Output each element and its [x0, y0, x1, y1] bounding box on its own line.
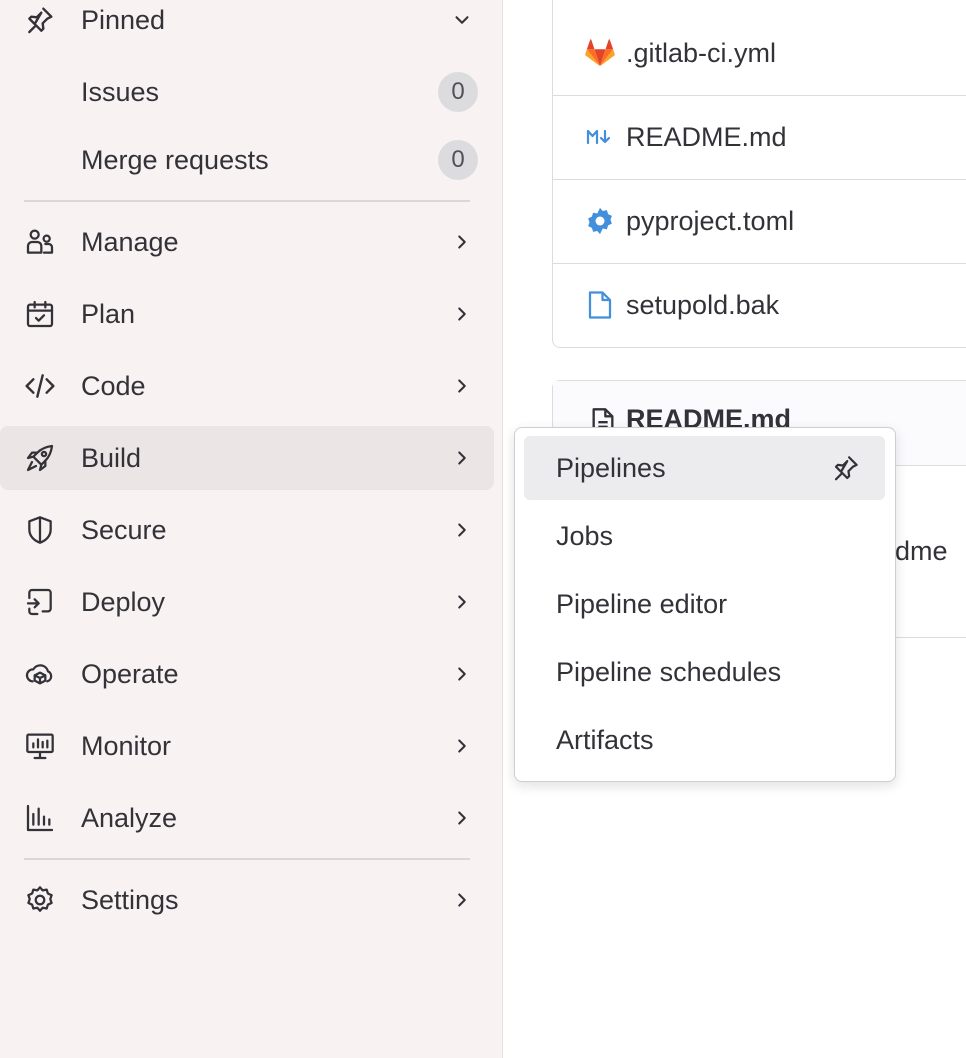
sidebar-item-settings[interactable]: Settings: [0, 868, 494, 932]
pinned-item-label: Merge requests: [81, 144, 269, 175]
shield-icon: [22, 512, 58, 548]
menu-item-label: Pipeline editor: [556, 588, 728, 619]
sidebar-item-label: Monitor: [81, 730, 172, 761]
pin-icon: [22, 2, 58, 38]
sidebar-item-label: Operate: [81, 658, 179, 689]
deploy-icon: [22, 584, 58, 620]
count-badge: 0: [438, 72, 478, 112]
pinned-section-toggle[interactable]: Pinned: [0, 0, 494, 52]
count-badge: 0: [438, 140, 478, 180]
markdown-icon: [585, 122, 615, 152]
menu-item-artifacts[interactable]: Artifacts: [524, 708, 885, 772]
sidebar: Pinned Issues 0 Merge requests 0 Manage: [0, 0, 503, 1058]
chevron-right-icon: [449, 589, 475, 615]
sidebar-item-label: Analyze: [81, 802, 178, 833]
menu-item-pipeline-schedules[interactable]: Pipeline schedules: [524, 640, 885, 704]
file-row[interactable]: pyproject.toml: [553, 179, 966, 263]
pinned-item-label: Issues: [81, 76, 160, 107]
file-row[interactable]: .gitlab-ci.yml: [553, 11, 966, 95]
menu-item-label: Pipeline schedules: [556, 656, 782, 687]
sidebar-item-label: Settings: [81, 884, 179, 915]
chevron-right-icon: [449, 733, 475, 759]
sidebar-item-deploy[interactable]: Deploy: [0, 570, 494, 634]
sidebar-item-label: Manage: [81, 226, 179, 257]
sidebar-item-label: Plan: [81, 298, 136, 329]
sidebar-item-build[interactable]: Build: [0, 426, 494, 490]
file-row[interactable]: README.md: [553, 95, 966, 179]
menu-item-pipelines[interactable]: Pipelines: [524, 436, 885, 500]
menu-item-jobs[interactable]: Jobs: [524, 504, 885, 568]
settings-file-icon: [585, 206, 615, 236]
chevron-right-icon: [449, 229, 475, 255]
menu-item-pipeline-editor[interactable]: Pipeline editor: [524, 572, 885, 636]
sidebar-item-label: Code: [81, 370, 146, 401]
menu-item-label: Jobs: [556, 520, 614, 551]
chevron-right-icon: [449, 517, 475, 543]
menu-item-label: Artifacts: [556, 724, 654, 755]
menu-item-label: Pipelines: [556, 452, 666, 483]
gear-icon: [22, 882, 58, 918]
sidebar-item-code[interactable]: Code: [0, 354, 494, 418]
gitlab-icon: [585, 38, 615, 68]
divider: [24, 858, 470, 860]
chevron-down-icon: [449, 7, 475, 33]
sidebar-item-analyze[interactable]: Analyze: [0, 786, 494, 850]
divider: [24, 200, 470, 202]
sidebar-item-label: Deploy: [81, 586, 166, 617]
pinned-item-merge-requests[interactable]: Merge requests 0: [0, 128, 494, 192]
chevron-right-icon: [449, 373, 475, 399]
calendar-icon: [22, 296, 58, 332]
file-name: README.md: [626, 121, 787, 152]
chevron-right-icon: [449, 301, 475, 327]
rocket-icon: [22, 440, 58, 476]
file-name: .gitlab-ci.yml: [626, 37, 777, 68]
sidebar-item-operate[interactable]: Operate: [0, 642, 494, 706]
sidebar-item-label: Build: [81, 442, 142, 473]
sidebar-item-manage[interactable]: Manage: [0, 210, 494, 274]
users-icon: [22, 224, 58, 260]
file-name: setupold.bak: [626, 289, 780, 320]
file-name: pyproject.toml: [626, 205, 795, 236]
chevron-right-icon: [449, 445, 475, 471]
sidebar-item-plan[interactable]: Plan: [0, 282, 494, 346]
file-row[interactable]: setupold.bak: [553, 263, 966, 347]
sidebar-item-label: Secure: [81, 514, 167, 545]
chevron-right-icon: [449, 661, 475, 687]
pin-icon[interactable]: [828, 450, 864, 486]
sidebar-item-secure[interactable]: Secure: [0, 498, 494, 562]
pinned-label: Pinned: [81, 4, 166, 35]
chevron-right-icon: [449, 805, 475, 831]
sidebar-item-monitor[interactable]: Monitor: [0, 714, 494, 778]
chart-icon: [22, 800, 58, 836]
file-icon: [585, 290, 615, 320]
pinned-item-issues[interactable]: Issues 0: [0, 60, 494, 124]
chevron-right-icon: [449, 887, 475, 913]
monitor-icon: [22, 728, 58, 764]
code-icon: [22, 368, 58, 404]
cloud-icon: [22, 656, 58, 692]
